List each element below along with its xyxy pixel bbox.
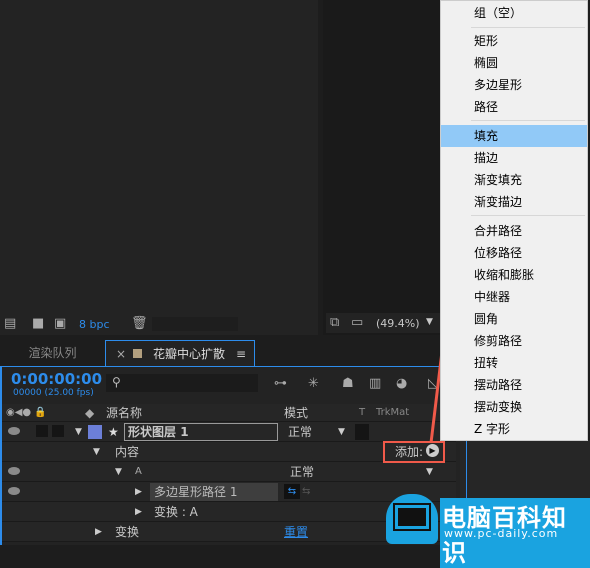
menu-separator	[471, 27, 585, 28]
menu-separator	[471, 120, 585, 121]
menu-item[interactable]: 收缩和膨胀	[441, 264, 587, 286]
menu-item[interactable]: 摆动路径	[441, 374, 587, 396]
watermark-logo	[386, 494, 438, 544]
menu-separator	[471, 215, 585, 216]
menu-item[interactable]: 中继器	[441, 286, 587, 308]
menu-item[interactable]: 多边星形	[441, 74, 587, 96]
menu-item[interactable]: 摆动变换	[441, 396, 587, 418]
menu-item[interactable]: 描边	[441, 147, 587, 169]
watermark-url: www.pc-daily.com	[444, 527, 559, 540]
watermark: 电脑百科知识 www.pc-daily.com	[380, 490, 590, 568]
menu-item[interactable]: 填充	[441, 125, 587, 147]
menu-item[interactable]: 位移路径	[441, 242, 587, 264]
menu-item[interactable]: 圆角	[441, 308, 587, 330]
menu-item[interactable]: 修剪路径	[441, 330, 587, 352]
menu-item[interactable]: Z 字形	[441, 418, 587, 440]
menu-item[interactable]: 渐变填充	[441, 169, 587, 191]
menu-item[interactable]: 扭转	[441, 352, 587, 374]
menu-item[interactable]: 矩形	[441, 30, 587, 52]
menu-item[interactable]: 渐变描边	[441, 191, 587, 213]
menu-item[interactable]: 组（空）	[441, 2, 587, 24]
menu-item[interactable]: 椭圆	[441, 52, 587, 74]
add-context-menu: 组（空） 矩形 椭圆 多边星形 路径填充 描边 渐变填充 渐变描边合并路径 位移路径 收缩和膨胀中…	[440, 0, 588, 441]
menu-item[interactable]: 路径	[441, 96, 587, 118]
menu-item[interactable]: 合并路径	[441, 220, 587, 242]
